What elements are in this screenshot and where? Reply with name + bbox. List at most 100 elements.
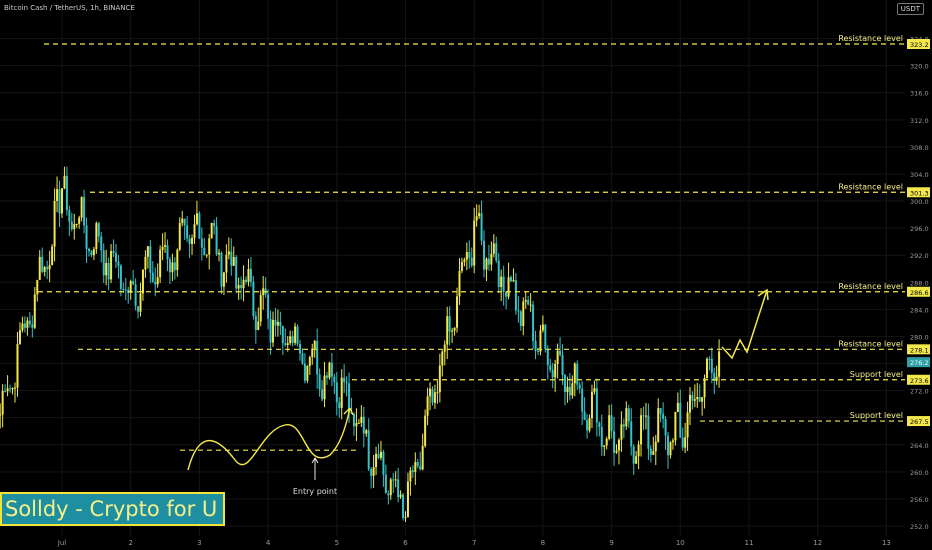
- candle-body: [335, 382, 338, 403]
- candle-body: [546, 349, 549, 366]
- candle-body: [480, 213, 483, 241]
- candle-body: [483, 240, 486, 270]
- candle-body: [28, 320, 31, 325]
- candle-body: [46, 267, 49, 270]
- candle-body: [112, 250, 115, 254]
- level-label: Resistance level: [838, 182, 903, 191]
- candle-body: [218, 252, 221, 255]
- candle-body: [48, 265, 51, 270]
- candle-body: [56, 189, 59, 201]
- candle-body: [9, 388, 12, 390]
- candle-body: [23, 323, 26, 328]
- candle-body: [681, 437, 684, 448]
- candle-body: [61, 188, 63, 214]
- price-tick: 264.0: [910, 442, 929, 450]
- price-tick: 320.0: [910, 63, 929, 71]
- candle-body: [566, 386, 569, 393]
- candle-body: [232, 257, 235, 266]
- candle-body: [166, 245, 169, 260]
- candle-body: [213, 222, 216, 227]
- time-tick: 3: [197, 539, 201, 547]
- candle-body: [654, 441, 657, 452]
- candle-body: [448, 316, 451, 332]
- candle-body: [453, 327, 456, 331]
- candle-body: [276, 321, 279, 326]
- candle-body: [284, 343, 287, 346]
- candle-body: [691, 394, 694, 401]
- currency-badge[interactable]: USDT: [896, 3, 924, 15]
- candle-body: [245, 279, 248, 282]
- candle-body: [338, 402, 341, 409]
- time-tick: 9: [609, 539, 613, 547]
- candle-body: [419, 466, 422, 470]
- level-label: Resistance level: [838, 34, 903, 43]
- candle-body: [154, 281, 157, 285]
- candle-body: [41, 256, 44, 272]
- candle-body: [571, 383, 574, 396]
- candle-body: [497, 260, 500, 288]
- time-tick: 7: [472, 539, 476, 547]
- bch-usdt-chart[interactable]: Resistance level Resistance level Resistan…: [0, 0, 932, 550]
- candle-body: [693, 399, 696, 401]
- candle-body: [164, 245, 167, 247]
- candle-body: [664, 418, 667, 436]
- candle-body: [676, 402, 679, 412]
- candle-body: [473, 220, 476, 266]
- candle-body: [517, 310, 520, 312]
- candle-body: [38, 256, 41, 280]
- candle-body: [632, 446, 635, 464]
- candle-body: [527, 300, 530, 305]
- candle-body: [492, 243, 495, 254]
- candle-body: [205, 254, 208, 256]
- instrument-title: Bitcoin Cash / TetherUS, 1h, BINANCE: [4, 4, 135, 12]
- chart-background: [0, 0, 932, 550]
- candle-body: [622, 424, 625, 427]
- candle-body: [384, 474, 387, 494]
- candle-body: [365, 430, 368, 434]
- candle-body: [696, 396, 699, 400]
- candle-body: [519, 311, 522, 327]
- candle-body: [188, 238, 191, 244]
- candle-body: [554, 363, 557, 378]
- price-tick: 312.0: [910, 117, 929, 125]
- candle-body: [635, 456, 638, 464]
- candle-body: [247, 268, 250, 282]
- candle-body: [463, 259, 466, 262]
- candle-body: [387, 493, 390, 496]
- candle-body: [456, 296, 459, 328]
- candle-body: [345, 382, 348, 384]
- candle-body: [186, 225, 189, 239]
- price-tick: 296.0: [910, 225, 929, 233]
- candle-body: [644, 415, 647, 417]
- candle-body: [70, 221, 73, 230]
- candle-body: [703, 378, 706, 398]
- candle-body: [551, 369, 554, 378]
- candle-body: [168, 259, 171, 273]
- candle-body: [362, 416, 365, 434]
- candle-body: [33, 294, 36, 328]
- candle-body: [328, 362, 331, 378]
- candle-body: [608, 415, 611, 439]
- candle-body: [360, 416, 363, 423]
- candle-body: [296, 326, 299, 344]
- candle-body: [495, 243, 498, 261]
- candle-body: [289, 336, 292, 344]
- candle-body: [137, 306, 140, 312]
- candle-body: [311, 348, 314, 358]
- candle-body: [436, 392, 439, 394]
- candle-body: [613, 431, 616, 453]
- candle-body: [249, 268, 252, 282]
- candle-body: [220, 252, 223, 287]
- candle-body: [487, 258, 490, 265]
- candle-body: [65, 175, 68, 211]
- candle-body: [394, 479, 397, 481]
- candle-body: [426, 396, 429, 416]
- candle-body: [6, 388, 9, 392]
- candle-body: [26, 320, 29, 328]
- price-tick: 300.0: [910, 198, 929, 206]
- candle-body: [21, 323, 24, 331]
- candle-body: [409, 470, 412, 482]
- candle-body: [259, 295, 262, 322]
- level-tag-text: 301.3: [910, 189, 929, 197]
- candle-body: [382, 451, 385, 475]
